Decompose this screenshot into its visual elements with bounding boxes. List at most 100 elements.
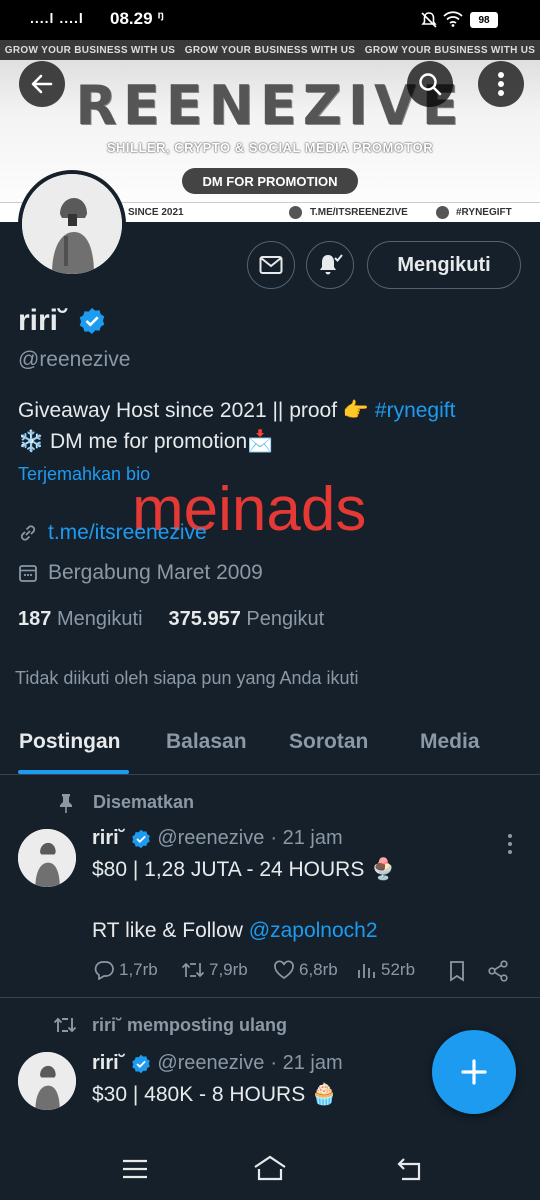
profile-joined-row: Bergabung Maret 2009 <box>18 561 263 585</box>
post-text: $80 | 1,28 JUTA - 24 HOURS 🍨 <box>92 858 397 881</box>
verified-badge-icon <box>132 1054 151 1073</box>
profile-name: riri˘ <box>18 304 69 337</box>
clock: 08.29 <box>110 9 153 28</box>
reply-icon <box>94 961 114 980</box>
envelope-icon <box>259 256 283 274</box>
post-author-name[interactable]: riri˘ <box>92 1052 125 1075</box>
share-icon[interactable] <box>487 960 509 982</box>
search-button[interactable] <box>407 61 453 107</box>
bio-text: Giveaway Host since 2021 || proof 👉 <box>18 399 370 422</box>
home-icon[interactable] <box>252 1154 288 1182</box>
followers-count: 375.957 <box>168 608 241 630</box>
banner-brand: REENEZIVE <box>75 74 465 137</box>
post-text-segment: RT like & Follow <box>92 919 243 942</box>
like-button[interactable]: 6,8rb <box>273 960 338 980</box>
back-button[interactable] <box>19 61 65 107</box>
post-item[interactable]: Disematkan riri˘ @reenezive · 21 jam $80… <box>0 775 540 997</box>
back-nav-icon[interactable] <box>396 1156 426 1182</box>
pin-icon <box>60 794 72 813</box>
tab-highlights[interactable]: Sorotan <box>289 730 368 754</box>
avatar-image <box>18 829 76 887</box>
translate-bio-link[interactable]: Terjemahkan bio <box>18 464 150 485</box>
views-button[interactable]: 52rb <box>357 960 415 980</box>
followers-stat[interactable]: 375.957 Pengikut <box>169 608 325 631</box>
like-count: 6,8rb <box>299 960 338 979</box>
follow-stats: 187 Mengikuti 375.957 Pengikut <box>18 608 324 631</box>
bell-check-icon <box>320 254 343 275</box>
message-button[interactable] <box>247 241 295 289</box>
post-context-label: Disematkan <box>93 792 195 812</box>
telegram-icon <box>289 206 302 219</box>
post-mention-link[interactable]: @zapolnoch2 <box>249 919 378 942</box>
banner-strip-text: GROW YOUR BUSINESS WITH US <box>4 44 176 56</box>
banner-dm-pill: DM FOR PROMOTION <box>182 168 358 194</box>
following-stat[interactable]: 187 Mengikuti <box>18 608 143 631</box>
post-header: riri˘ @reenezive · 21 jam <box>92 1052 343 1075</box>
reply-button[interactable]: 1,7rb <box>93 960 158 980</box>
battery-icon: 98 <box>470 12 498 28</box>
followers-label: Pengikut <box>246 608 325 630</box>
post-text-line2: RT like & Follow @zapolnoch2 <box>92 919 378 943</box>
post-header: riri˘ @reenezive · 21 jam <box>92 827 343 850</box>
signal-icon: ....l ....l <box>30 10 84 26</box>
banner-strip-text: GROW YOUR BUSINESS WITH US <box>364 44 536 56</box>
verified-badge-icon <box>132 829 151 848</box>
bookmark-icon[interactable] <box>448 960 466 982</box>
repost-icon <box>53 1017 77 1033</box>
views-count: 52rb <box>381 960 416 979</box>
repost-count: 7,9rb <box>209 960 248 979</box>
following-button[interactable]: Mengikuti <box>367 241 521 289</box>
back-arrow-icon <box>31 74 53 94</box>
bio-hashtag-link[interactable]: #rynegift <box>375 399 456 422</box>
notifications-button[interactable] <box>306 241 354 289</box>
link-icon <box>20 525 36 541</box>
banner-hashtag: #RYNEGIFT <box>456 207 512 218</box>
banner-strip-text: GROW YOUR BUSINESS WITH US <box>184 44 356 56</box>
avatar-image <box>18 1052 76 1110</box>
banner-telegram: T.ME/ITSREENEZIVE <box>310 207 408 218</box>
profile-tabs: Postingan Balasan Sorotan Media <box>0 716 540 774</box>
profile-name-row: riri˘ <box>18 304 106 338</box>
post-avatar[interactable] <box>18 829 76 887</box>
post-avatar[interactable] <box>18 1052 76 1110</box>
profile-website-link[interactable]: t.me/itsreenezive <box>48 521 207 545</box>
post-context-label: riri˘ memposting ulang <box>92 1015 288 1035</box>
tab-replies[interactable]: Balasan <box>166 730 247 754</box>
recent-apps-icon[interactable] <box>121 1158 149 1180</box>
search-icon <box>419 73 442 96</box>
calendar-icon <box>19 565 37 582</box>
followers-you-know-note: Tidak diikuti oleh siapa pun yang Anda i… <box>15 668 359 688</box>
heart-icon <box>274 960 294 979</box>
avatar-image <box>22 174 122 274</box>
banner-tagline: SHILLER, CRYPTO & SOCIAL MEDIA PROMOTOR <box>106 140 434 155</box>
plus-icon <box>461 1059 487 1085</box>
following-label: Mengikuti <box>56 608 143 630</box>
app-notification-icon: ᵑ <box>158 9 164 26</box>
profile-joined-date: Bergabung Maret 2009 <box>48 561 263 584</box>
profile-website-row[interactable]: t.me/itsreenezive <box>18 521 207 545</box>
repost-icon <box>181 962 205 978</box>
compose-post-button[interactable] <box>432 1030 516 1114</box>
bio-text-line2: ❄️ DM me for promotion📩 <box>18 430 274 453</box>
more-vertical-icon <box>498 72 504 96</box>
banner-strip: GROW YOUR BUSINESS WITH US GROW YOUR BUS… <box>0 40 540 60</box>
verified-badge-icon <box>79 308 105 334</box>
following-count: 187 <box>18 608 52 630</box>
post-timestamp: · 21 jam <box>270 827 343 849</box>
tab-posts[interactable]: Postingan <box>19 730 121 754</box>
post-timestamp: · 21 jam <box>270 1052 343 1074</box>
post-author-handle: @reenezive <box>157 827 265 849</box>
views-chart-icon <box>358 964 375 978</box>
tab-media[interactable]: Media <box>420 730 480 754</box>
post-author-name[interactable]: riri˘ <box>92 827 125 850</box>
status-bar: ....l ....l 08.29 ᵑ 98 <box>0 0 540 40</box>
post-more-icon[interactable] <box>506 833 514 855</box>
system-nav-bar <box>0 1138 540 1200</box>
repost-button[interactable]: 7,9rb <box>181 960 248 980</box>
profile-avatar[interactable] <box>18 170 126 278</box>
post-text: $30 | 480K - 8 HOURS 🧁 <box>92 1083 338 1106</box>
more-options-button[interactable] <box>478 61 524 107</box>
post-author-handle: @reenezive <box>157 1052 265 1074</box>
banner-since: SINCE 2021 <box>128 207 184 218</box>
reply-count: 1,7rb <box>119 960 158 979</box>
